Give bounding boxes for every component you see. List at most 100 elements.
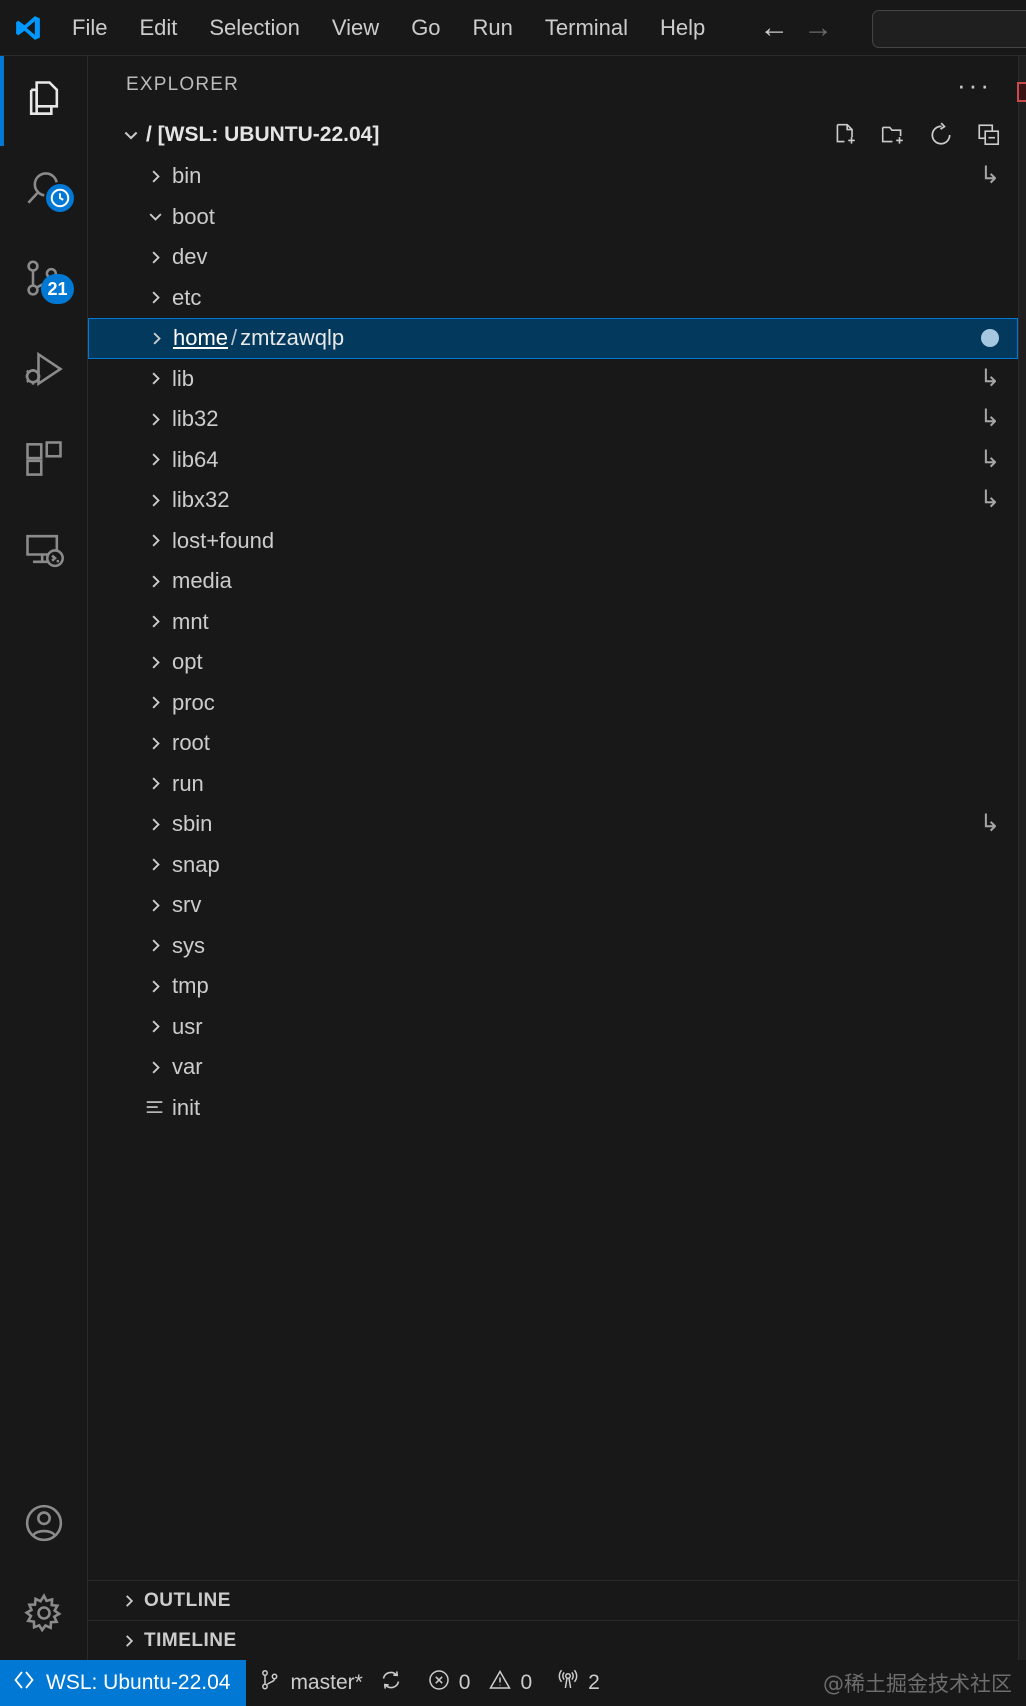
chevron-right-icon xyxy=(138,896,172,915)
tree-row[interactable]: usr xyxy=(88,1007,1018,1048)
menu-terminal[interactable]: Terminal xyxy=(529,9,644,47)
menu-bar: File Edit Selection View Go Run Terminal… xyxy=(56,9,721,47)
remote-indicator-icon xyxy=(12,1668,36,1698)
tree-row[interactable]: bin↳ xyxy=(88,156,1018,197)
tree-row[interactable]: root xyxy=(88,723,1018,764)
chevron-right-icon xyxy=(138,936,172,955)
status-remote-indicator[interactable]: WSL: Ubuntu-22.04 xyxy=(0,1660,246,1706)
activitybar-item-accounts[interactable] xyxy=(0,1480,88,1570)
symlink-indicator-icon: ↳ xyxy=(980,164,1000,188)
sidebar-header: EXPLORER ··· xyxy=(88,56,1018,114)
activitybar-item-search[interactable] xyxy=(0,146,88,236)
menu-help[interactable]: Help xyxy=(644,9,721,47)
tree-row[interactable]: proc xyxy=(88,683,1018,724)
tree-row-label: usr xyxy=(172,1014,203,1040)
tree-row[interactable]: tmp xyxy=(88,966,1018,1007)
menu-run[interactable]: Run xyxy=(457,9,529,47)
tree-row[interactable]: dev xyxy=(88,237,1018,278)
menu-go[interactable]: Go xyxy=(395,9,456,47)
chevron-right-icon xyxy=(114,1592,144,1610)
tree-row[interactable]: boot xyxy=(88,197,1018,238)
tree-row[interactable]: mnt xyxy=(88,602,1018,643)
tree-row[interactable]: lost+found xyxy=(88,521,1018,562)
warning-icon xyxy=(488,1668,512,1698)
tree-row[interactable]: sbin↳ xyxy=(88,804,1018,845)
tree-row[interactable]: sys xyxy=(88,926,1018,967)
tree-root-row[interactable]: / [WSL: UBUNTU-22.04] xyxy=(88,114,1018,156)
tree-row[interactable]: srv xyxy=(88,885,1018,926)
sync-icon xyxy=(379,1668,403,1698)
chevron-right-icon xyxy=(138,815,172,834)
tree-row[interactable]: opt xyxy=(88,642,1018,683)
tree-row[interactable]: lib64↳ xyxy=(88,440,1018,481)
files-icon xyxy=(22,77,66,126)
account-icon xyxy=(22,1501,66,1550)
tree-row-label: media xyxy=(172,568,232,594)
status-branch[interactable]: master* xyxy=(246,1660,414,1706)
tree-row[interactable]: libx32↳ xyxy=(88,480,1018,521)
chevron-right-icon xyxy=(138,855,172,874)
menu-selection[interactable]: Selection xyxy=(193,9,316,47)
status-problems[interactable]: 0 0 xyxy=(415,1660,544,1706)
arrow-right-icon[interactable]: → xyxy=(803,13,833,43)
status-ports[interactable]: 2 xyxy=(544,1660,612,1706)
views-more-actions-button[interactable]: ··· xyxy=(951,70,998,101)
symlink-indicator-icon: ↳ xyxy=(980,407,1000,431)
menu-file[interactable]: File xyxy=(56,9,123,47)
tree-root-label: / [WSL: UBUNTU-22.04] xyxy=(146,123,379,147)
gear-icon xyxy=(22,1591,66,1640)
tree-row-label: tmp xyxy=(172,973,209,999)
chevron-right-icon xyxy=(138,1017,172,1036)
vscode-window: File Edit Selection View Go Run Terminal… xyxy=(0,0,1026,1706)
activitybar-item-extensions[interactable] xyxy=(0,416,88,506)
symlink-indicator-icon: ↳ xyxy=(980,448,1000,472)
tree-row-label: etc xyxy=(172,285,201,311)
arrow-left-icon[interactable]: ← xyxy=(759,13,789,43)
explorer-tree: / [WSL: UBUNTU-22.04] xyxy=(88,114,1018,1580)
new-file-icon[interactable] xyxy=(832,122,858,148)
pane-timeline[interactable]: TIMELINE xyxy=(88,1620,1018,1660)
tree-row[interactable]: var xyxy=(88,1047,1018,1088)
menu-view[interactable]: View xyxy=(316,9,395,47)
tree-row-label: proc xyxy=(172,690,215,716)
activitybar-item-run-and-debug[interactable] xyxy=(0,326,88,416)
chevron-right-icon xyxy=(139,329,173,348)
run-debug-icon xyxy=(22,347,66,396)
activitybar-item-source-control[interactable]: 21 xyxy=(0,236,88,326)
activitybar-item-explorer[interactable] xyxy=(0,56,88,146)
chevron-right-icon xyxy=(138,693,172,712)
collapse-all-icon[interactable] xyxy=(976,122,1002,148)
tree-row-label: snap xyxy=(172,852,220,878)
tree-row[interactable]: etc xyxy=(88,278,1018,319)
menu-edit[interactable]: Edit xyxy=(123,9,193,47)
tree-row-label: boot xyxy=(172,204,215,230)
chevron-right-icon xyxy=(138,450,172,469)
vscode-logo-icon xyxy=(0,13,56,43)
tree-row-label: libx32 xyxy=(172,487,229,513)
tree-row[interactable]: media xyxy=(88,561,1018,602)
tree-row[interactable]: snap xyxy=(88,845,1018,886)
status-ports-count: 2 xyxy=(588,1671,600,1695)
tree-row[interactable]: lib32↳ xyxy=(88,399,1018,440)
title-bar: File Edit Selection View Go Run Terminal… xyxy=(0,0,1026,56)
source-control-badge: 21 xyxy=(41,274,73,304)
pane-outline[interactable]: OUTLINE xyxy=(88,1580,1018,1620)
status-error-count: 0 xyxy=(459,1671,471,1695)
command-center[interactable] xyxy=(872,10,1026,48)
sidebar: EXPLORER ··· / [WSL: UBUNTU-22.04] xyxy=(88,56,1018,1660)
refresh-icon[interactable] xyxy=(928,122,954,148)
remote-explorer-icon xyxy=(22,527,66,576)
activitybar-item-manage[interactable] xyxy=(0,1570,88,1660)
new-folder-icon[interactable] xyxy=(880,122,906,148)
chevron-right-icon xyxy=(138,288,172,307)
tree-row-container: bin↳bootdevetchome/zmtzawqlplib↳lib32↳li… xyxy=(88,156,1018,1128)
tree-row[interactable]: run xyxy=(88,764,1018,805)
tree-row[interactable]: lib ↳ xyxy=(88,359,1018,400)
tree-row[interactable]: init xyxy=(88,1088,1018,1129)
tree-row-label: run xyxy=(172,771,204,797)
unsaved-indicator xyxy=(981,329,999,347)
tree-row-label: lib xyxy=(172,366,194,392)
symlink-indicator-icon: ↳ xyxy=(980,367,1000,391)
activitybar-item-remote-explorer[interactable] xyxy=(0,506,88,596)
tree-row[interactable]: home/zmtzawqlp xyxy=(88,318,1018,359)
